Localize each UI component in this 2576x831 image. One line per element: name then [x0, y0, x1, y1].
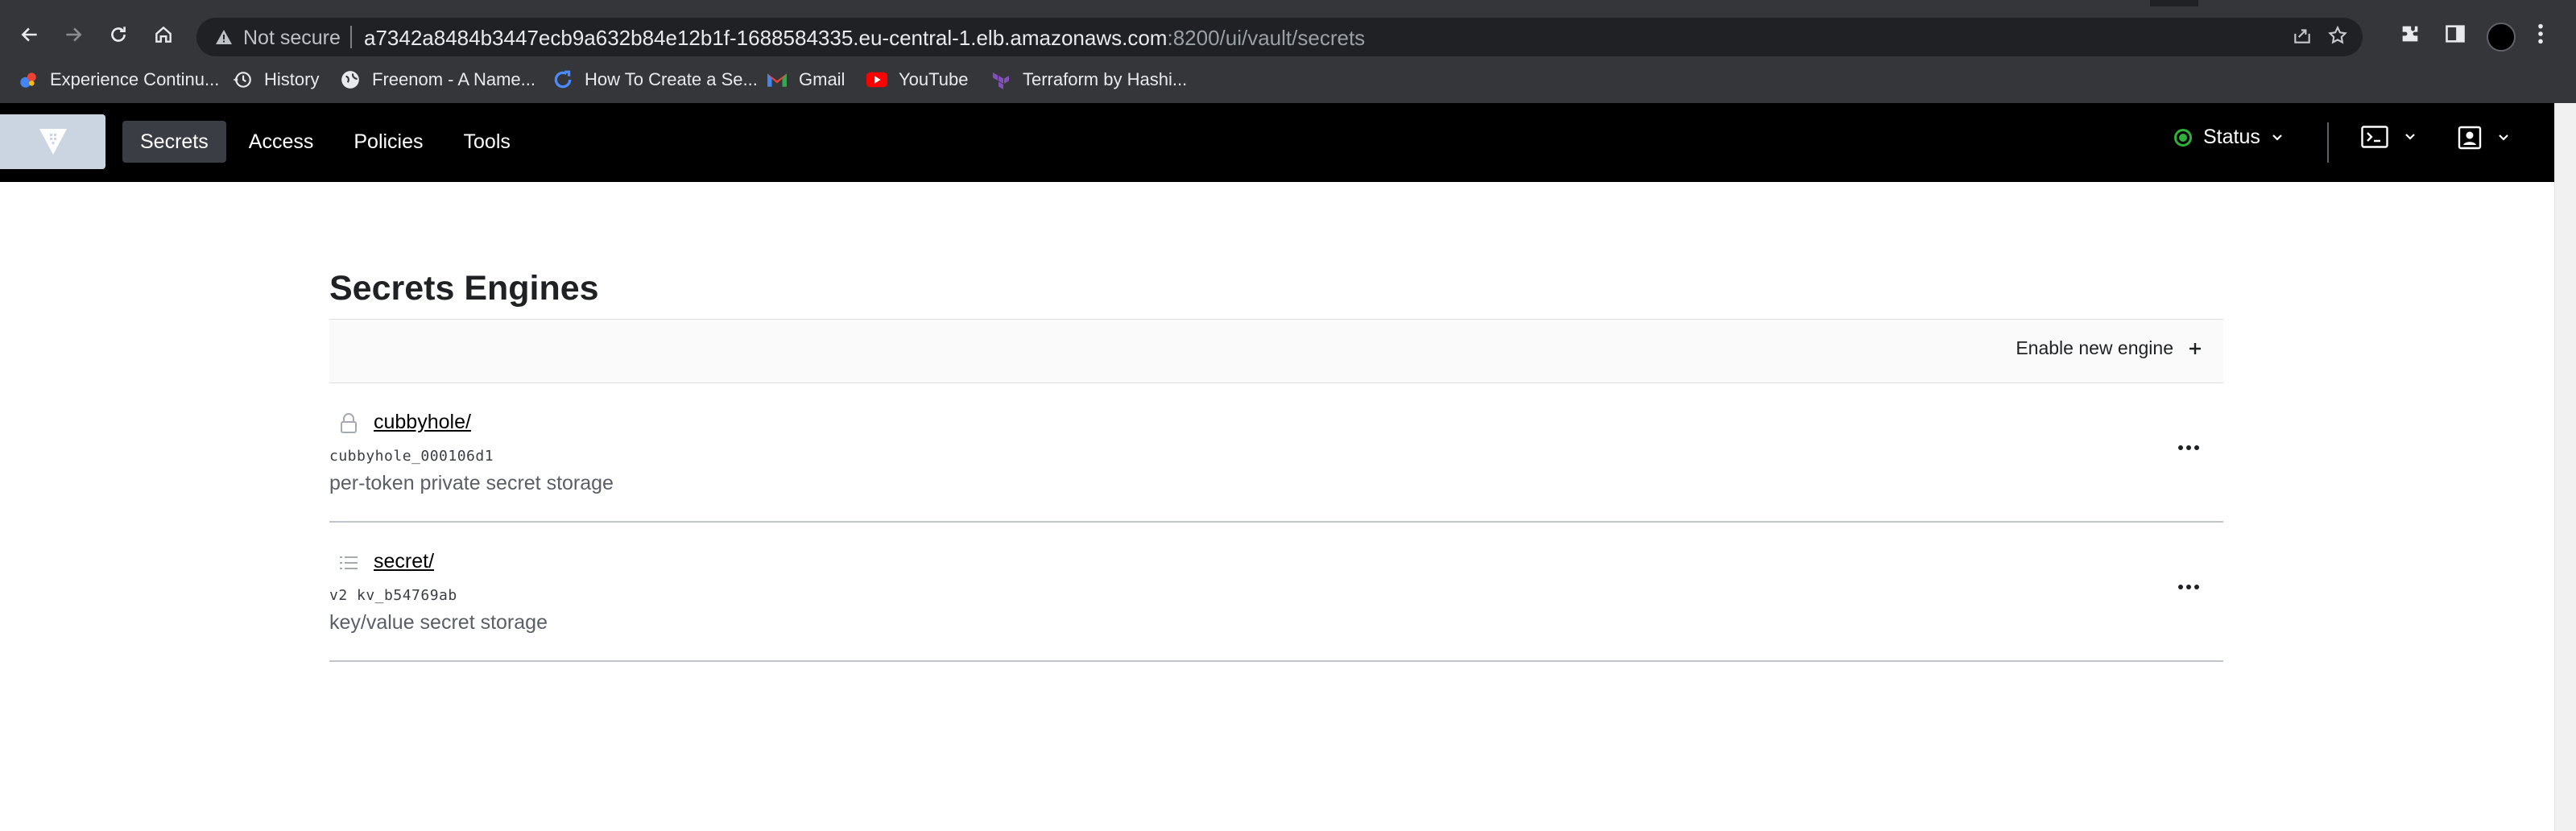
bookmark-label: History	[264, 69, 320, 89]
bookmark-star-icon[interactable]	[2326, 25, 2350, 49]
engine-description: per-token private secret storage	[329, 472, 614, 494]
back-button[interactable]	[14, 19, 45, 50]
list-item[interactable]: cubbyhole/ cubbyhole_000106d1 per-token …	[329, 383, 2223, 523]
forward-button[interactable]	[58, 19, 89, 50]
nav-policies[interactable]: Policies	[336, 121, 440, 163]
vault-header: Secrets Access Policies Tools Status	[0, 103, 2554, 182]
address-bar[interactable]: Not secure a7342a8484b3447ecb9a632b84e12…	[196, 18, 2363, 56]
home-button[interactable]	[148, 19, 179, 50]
chevron-down-icon	[2272, 134, 2282, 141]
engine-path-link[interactable]: cubbyhole/	[374, 411, 471, 434]
plus-icon	[2189, 342, 2201, 354]
bookmark-label: Gmail	[799, 69, 846, 89]
bookmark-label: Freenom - A Name...	[372, 69, 535, 89]
main-nav: Secrets Access Policies Tools	[122, 121, 528, 163]
vault-logo[interactable]	[0, 114, 105, 169]
status-label: Status	[2203, 126, 2260, 148]
engine-accessor: cubbyhole_000106d1	[329, 448, 494, 465]
url-path: :8200/ui/vault/secrets	[1167, 26, 1366, 50]
bookmark-freenom[interactable]: Freenom - A Name...	[340, 64, 535, 95]
omnibox-separator	[350, 26, 352, 48]
engine-description: key/value secret storage	[329, 611, 548, 634]
more-options-button[interactable]	[2177, 440, 2201, 456]
page-scrollbar[interactable]	[2554, 103, 2576, 831]
browser-menu-icon[interactable]	[2527, 23, 2554, 50]
globe-icon	[340, 69, 361, 90]
url-text[interactable]: a7342a8484b3447ecb9a632b84e12b1f-1688584…	[364, 26, 1365, 51]
bookmark-howto[interactable]: How To Create a Se...	[552, 64, 758, 95]
bookmark-label: How To Create a Se...	[585, 69, 758, 89]
url-host: a7342a8484b3447ecb9a632b84e12b1f-1688584…	[364, 26, 1168, 50]
warning-icon	[214, 27, 234, 47]
chevron-down-icon	[2499, 134, 2508, 141]
not-secure-label[interactable]: Not secure	[243, 27, 341, 50]
share-icon[interactable]	[2290, 25, 2314, 49]
console-menu[interactable]	[2361, 126, 2416, 148]
history-icon	[232, 69, 253, 90]
nav-access[interactable]: Access	[231, 121, 332, 163]
bookmark-history[interactable]: History	[232, 64, 319, 95]
bookmark-youtube[interactable]: YouTube	[866, 64, 968, 95]
active-tab-edge	[0, 0, 2150, 6]
more-options-button[interactable]	[2177, 579, 2201, 595]
user-icon	[2458, 126, 2482, 150]
nav-secrets[interactable]: Secrets	[122, 121, 226, 163]
chevron-down-icon	[2405, 134, 2415, 140]
bookmark-label: YouTube	[899, 69, 969, 89]
bookmark-terraform[interactable]: Terraform by Hashi...	[990, 64, 1187, 95]
circle-arrow-icon	[552, 69, 573, 90]
terraform-icon	[990, 69, 1011, 90]
profile-avatar[interactable]	[2487, 23, 2516, 52]
header-divider	[2327, 122, 2329, 163]
browser-toolbar: Not secure a7342a8484b3447ecb9a632b84e12…	[0, 6, 2576, 56]
browser-tab-strip	[0, 0, 2576, 6]
user-menu[interactable]	[2458, 126, 2509, 150]
engine-path-link[interactable]: secret/	[374, 550, 434, 573]
bookmark-label: Terraform by Hashi...	[1023, 69, 1188, 89]
other-tab-edge	[2198, 0, 2576, 6]
engine-accessor: v2 kv_b54769ab	[329, 587, 457, 604]
engine-list: cubbyhole/ cubbyhole_000106d1 per-token …	[329, 383, 2223, 662]
bookmark-label: Experience Continu...	[50, 69, 220, 89]
status-ok-icon	[2174, 128, 2192, 147]
bookmark-gmail[interactable]: Gmail	[767, 64, 845, 95]
status-menu[interactable]: Status	[2174, 126, 2283, 149]
youtube-icon	[866, 69, 887, 90]
vault-logo-icon	[39, 129, 67, 155]
reload-button[interactable]	[103, 19, 134, 50]
google-cloud-icon	[18, 69, 39, 90]
lock-icon	[337, 412, 360, 435]
nav-tools[interactable]: Tools	[446, 121, 528, 163]
enable-new-engine-label: Enable new engine	[2016, 337, 2173, 358]
bookmark-experience[interactable]: Experience Continu...	[18, 64, 219, 95]
side-panel-icon[interactable]	[2442, 23, 2469, 50]
enable-new-engine-button[interactable]: Enable new engine	[2016, 337, 2202, 359]
bookmarks-bar: Experience Continu... History Freenom - …	[0, 56, 2576, 103]
list-icon	[337, 552, 360, 574]
list-item[interactable]: secret/ v2 kv_b54769ab key/value secret …	[329, 523, 2223, 662]
terminal-icon	[2361, 126, 2388, 148]
secrets-toolbar: Enable new engine	[329, 319, 2223, 383]
gmail-icon	[767, 69, 788, 90]
extensions-icon[interactable]	[2396, 23, 2424, 50]
page-title: Secrets Engines	[329, 269, 599, 308]
